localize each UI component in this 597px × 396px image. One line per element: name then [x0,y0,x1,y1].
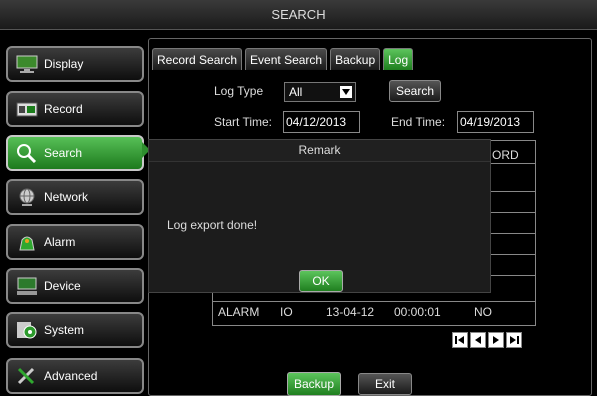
tab-record-search[interactable]: Record Search [152,48,243,70]
row-time: 00:00:01 [394,305,441,319]
tab-backup[interactable]: Backup [330,48,381,70]
sidebar-item-label: System [44,323,85,337]
table-row[interactable]: ALARM IO 13-04-12 00:00:01 NO [214,303,534,321]
table-header-record: ORD [492,148,519,162]
sidebar-item-advanced[interactable]: Advanced [6,358,144,394]
sidebar-item-network[interactable]: Network [6,179,144,215]
log-type-select[interactable]: All [284,82,356,102]
sidebar-item-label: Advanced [44,369,98,383]
globe-icon [16,187,38,207]
chevron-down-icon [340,86,352,98]
sidebar-item-record[interactable]: Record [6,91,144,127]
end-time-field[interactable]: 04/19/2013 [457,111,534,133]
sidebar-item-display[interactable]: Display [6,46,144,82]
last-page-button[interactable] [506,332,522,348]
row-date: 13-04-12 [326,305,375,319]
end-time-label: End Time: [391,115,446,129]
prev-page-icon [475,336,481,344]
remark-dialog: Remark Log export done! OK [148,139,491,293]
last-page-icon [510,336,519,344]
dialog-message: Log export done! [167,218,258,232]
tab-bar: Record Search Event Search Backup Log [152,48,416,70]
sidebar-item-label: Network [44,190,89,204]
film-icon [16,99,38,119]
sidebar-item-search[interactable]: Search [6,135,144,171]
row-event: IO [280,305,293,319]
search-button[interactable]: Search [389,80,442,102]
ok-button[interactable]: OK [299,270,343,292]
sidebar-item-device[interactable]: Device [6,268,144,304]
prev-page-button[interactable] [470,332,486,348]
next-page-button[interactable] [488,332,504,348]
start-time-field[interactable]: 04/12/2013 [283,111,360,133]
monitor-icon [16,54,38,74]
dialog-title: Remark [149,140,490,162]
sidebar-item-label: Display [44,57,84,71]
tools-icon [16,366,38,386]
sidebar-item-system[interactable]: System [6,312,144,348]
tab-log[interactable]: Log [383,48,414,70]
sidebar-item-label: Device [44,279,81,293]
backup-button[interactable]: Backup [287,372,341,396]
magnifier-icon [16,143,38,164]
gear-icon [16,320,38,340]
start-time-label: Start Time: [214,115,273,129]
log-type-value: All [289,85,303,99]
sidebar-item-label: Record [44,102,83,116]
siren-icon [16,232,38,252]
first-page-icon [455,336,464,344]
sidebar: Display Record Search Network Alarm Devi… [6,36,144,396]
sidebar-item-alarm[interactable]: Alarm [6,224,144,260]
computer-icon [16,276,38,296]
first-page-button[interactable] [452,332,468,348]
sidebar-item-label: Alarm [44,235,76,249]
sidebar-item-label: Search [44,146,83,160]
table-divider [213,301,535,302]
window-title: SEARCH [271,7,326,22]
title-bar: SEARCH [0,0,597,30]
log-type-label: Log Type [214,84,264,98]
tab-event-search[interactable]: Event Search [245,48,328,70]
row-record: NO [474,305,492,319]
next-page-icon [493,336,499,344]
exit-button[interactable]: Exit [358,373,412,395]
row-type: ALARM [218,305,260,319]
